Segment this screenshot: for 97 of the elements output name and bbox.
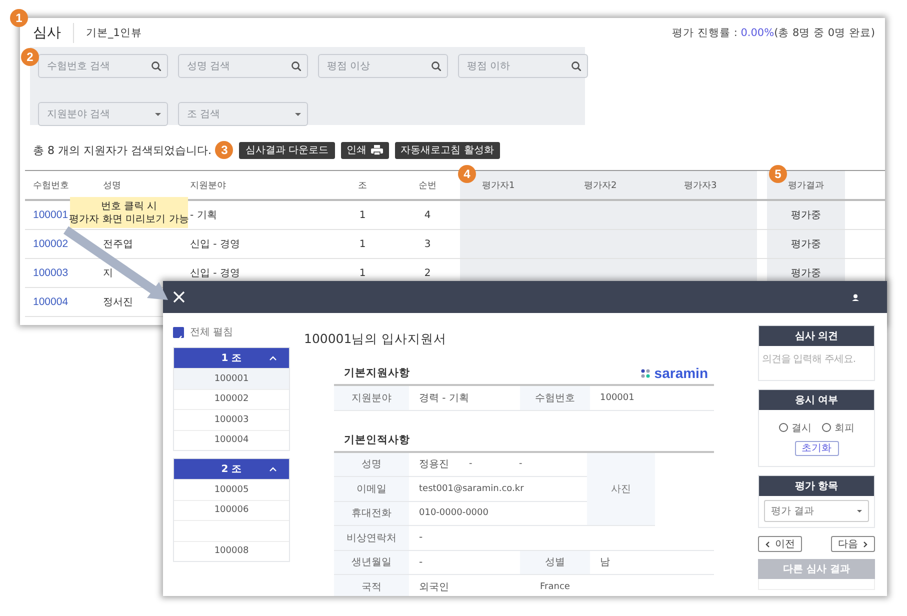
group-header[interactable]: 1 조 (174, 348, 289, 368)
field-label: 국적 (334, 575, 409, 596)
field-value: - (469, 459, 474, 470)
toolbar-button[interactable]: 인쇄 (340, 142, 389, 158)
field-value: 100001 (599, 392, 636, 405)
table-cell-text: 평가중 (791, 238, 821, 251)
chevron-right-icon (863, 540, 868, 548)
field-label: 생년월일 (334, 550, 409, 574)
field-value: - (418, 531, 424, 546)
select-field[interactable]: 평가 결과 (764, 500, 869, 522)
search-icon (291, 61, 301, 71)
page-subtitle: 기본_1인뷰 (86, 26, 142, 40)
column-header: 순번 (418, 180, 438, 192)
caret-down-icon (295, 112, 301, 116)
progress-text: 평가 진행률 : 0.00%(총 8명 중 0명 완료) (672, 26, 875, 40)
search-icon (151, 61, 161, 71)
document-title: 100001님의 입사지원서 (303, 331, 448, 347)
field-value: 외국인 (418, 580, 450, 595)
callout-text: 평가자 화면 미리보기 가능 (69, 212, 189, 226)
field-label: 수험번호 (520, 386, 590, 410)
table-cell: 1 (359, 268, 366, 278)
table-cell-text: 지 (103, 267, 113, 280)
section-heading: 기본인적사항 (343, 432, 410, 446)
applicant-list-item[interactable]: 100004 (174, 430, 289, 450)
field-value: - (519, 459, 524, 470)
field-value: France (539, 580, 571, 594)
user-icon (852, 294, 859, 300)
field-label: 성명 (334, 452, 409, 476)
field-label: 지원분야 (334, 386, 409, 410)
step-badge: 1 (10, 9, 28, 27)
radio-label: 회피 (834, 422, 854, 434)
toolbar-button[interactable]: 심사결과 다운로드 (239, 142, 335, 158)
search-icon (431, 61, 441, 71)
field-value: 남 (599, 556, 611, 570)
result-count: 총 8 개의 지원자가 검색되었습니다. (33, 142, 212, 158)
table-cell-text: 정서진 (103, 296, 133, 309)
toolbar-button[interactable]: 자동새로고침 활성화 (394, 142, 500, 158)
applicant-list-item[interactable]: 100008 (174, 540, 289, 561)
card-header: 심사 의견 (759, 326, 874, 346)
column-header: 평가자2 (562, 171, 662, 199)
next-button[interactable]: 다음 (831, 536, 875, 552)
table-cell: 4 (424, 210, 431, 220)
column-header: 수험번호 (32, 180, 70, 192)
applicant-list-item[interactable]: 100006 (174, 500, 289, 520)
field-label: 이메일 (334, 477, 409, 500)
section-heading: 기본지원사항 (343, 366, 410, 380)
table-cell: 1 (359, 210, 366, 220)
table-cell-text: 신입 - 경영 (190, 267, 240, 280)
applicant-list-item[interactable]: 100002 (174, 388, 289, 409)
applicant-number-link[interactable]: 100002 (33, 238, 68, 250)
field-label: 비상연락처 (334, 526, 409, 550)
table-cell-text: - 기획 (190, 209, 217, 222)
printer-icon (370, 145, 383, 155)
column-header: 조 (357, 180, 368, 192)
table-cell-text: 신입 - 경영 (190, 238, 240, 251)
card-header: 평가 항목 (759, 476, 874, 496)
step-badge: 3 (215, 141, 234, 159)
checkbox-label: 전체 펼침 (190, 326, 234, 339)
caret-down-icon (155, 112, 161, 116)
table-cell-text: 평가중 (791, 267, 821, 280)
search-icon (571, 61, 581, 71)
chevron-left-icon (765, 540, 770, 548)
previous-button[interactable]: 이전 (758, 536, 802, 552)
field-value: 경력 - 기획 (418, 392, 470, 406)
table-cell-text: 평가중 (791, 209, 821, 222)
field-value: 정용진 (419, 458, 450, 472)
dots-icon (641, 368, 650, 378)
field-value: 010-0000-0000 (419, 508, 488, 518)
applicant-list-item[interactable]: 100001 (174, 368, 289, 388)
group-header[interactable]: 2 조 (174, 459, 289, 479)
applicant-list-item[interactable]: 100003 (174, 409, 289, 430)
reset-button[interactable]: 초기화 (794, 440, 838, 456)
field-value: test001@saramin.co.kr (419, 484, 524, 494)
field-label: 휴대전화 (334, 502, 409, 525)
callout-text: 번호 클릭 시 (100, 200, 158, 212)
applicant-number-link[interactable]: 100004 (33, 296, 68, 308)
applicant-number-link[interactable]: 100003 (33, 267, 68, 279)
field-value: - (418, 556, 424, 570)
applicant-list-item[interactable]: 100005 (174, 479, 289, 500)
field-label: 성별 (520, 550, 590, 574)
close-icon[interactable] (173, 291, 185, 303)
photo-label: 사진 (611, 482, 631, 496)
card-header: 응시 여부 (759, 390, 874, 410)
table-cell-text: 전주엽 (103, 238, 133, 251)
table-cell: 3 (424, 238, 431, 250)
page-title: 심사 (33, 22, 74, 42)
applicant-number-link[interactable]: 100001 (33, 209, 68, 221)
radio-button[interactable] (822, 423, 830, 432)
table-cell: 1 (359, 238, 366, 250)
logo-text: saramin (654, 365, 708, 381)
table-cell: 2 (424, 268, 431, 278)
column-header: 성명 (102, 180, 122, 192)
radio-button[interactable] (778, 423, 788, 432)
column-header: 지원분야 (189, 180, 227, 192)
column-header: 평가자3 (662, 171, 757, 199)
radio-label: 결시 (792, 422, 812, 434)
caret-down-icon (857, 510, 862, 512)
